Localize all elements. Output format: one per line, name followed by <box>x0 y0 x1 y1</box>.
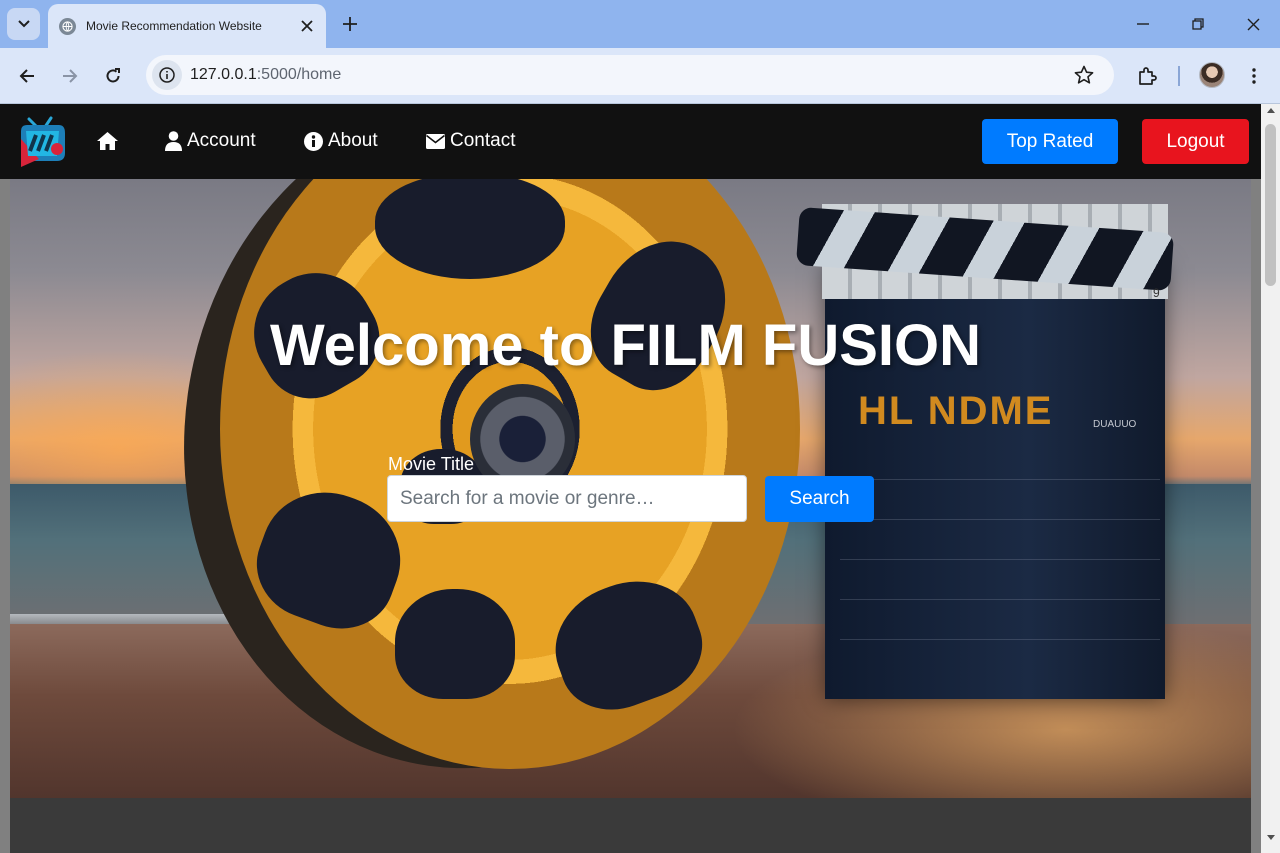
new-tab-button[interactable] <box>338 12 362 36</box>
clapper-small-text: DUAUUO <box>1093 419 1137 430</box>
envelope-icon <box>426 133 445 149</box>
about-link[interactable]: About <box>304 129 378 153</box>
close-icon <box>301 20 313 32</box>
tab-search-icon <box>17 20 30 28</box>
kebab-menu-icon <box>1252 68 1256 84</box>
url-host: 127.0.0.1 <box>190 66 257 83</box>
toolbar-separator <box>1178 66 1180 86</box>
bookmark-button[interactable] <box>1072 63 1096 87</box>
globe-icon <box>59 17 76 35</box>
browser-tabstrip: Movie Recommendation Website <box>0 0 1280 48</box>
scroll-up-arrow[interactable] <box>1261 108 1280 122</box>
back-icon <box>19 69 34 83</box>
extensions-icon <box>1139 67 1157 85</box>
clapper-text: HL NDME <box>858 389 1054 433</box>
site-info-button[interactable] <box>152 60 182 90</box>
tab-title: Movie Recommendation Website <box>86 19 262 33</box>
page-scrollbar[interactable] <box>1261 104 1280 853</box>
reload-button[interactable] <box>101 64 125 88</box>
search-button[interactable]: Search <box>765 476 874 522</box>
about-label: About <box>328 130 378 151</box>
page-viewport: Account About Contact Top Rated Logout H… <box>0 104 1261 853</box>
home-link[interactable] <box>96 129 124 153</box>
contact-link[interactable]: Contact <box>426 129 515 153</box>
browser-tab[interactable]: Movie Recommendation Website <box>48 4 326 48</box>
back-button[interactable] <box>15 64 39 88</box>
forward-icon <box>63 69 78 83</box>
top-rated-button[interactable]: Top Rated <box>982 119 1118 164</box>
logout-button[interactable]: Logout <box>1142 119 1249 164</box>
account-label: Account <box>187 130 256 151</box>
site-navbar: Account About Contact Top Rated Logout <box>0 104 1261 179</box>
clapper-line <box>840 559 1160 560</box>
info-circle-icon <box>304 131 323 151</box>
extensions-button[interactable] <box>1135 64 1159 88</box>
account-link[interactable]: Account <box>165 129 256 153</box>
url-text: 127.0.0.1:5000/home <box>190 66 341 84</box>
window-close-icon <box>1247 18 1259 30</box>
movie-search-input[interactable] <box>387 475 747 522</box>
clapper-line <box>840 479 1160 480</box>
clapper-digit: 9 <box>1153 286 1160 300</box>
url-path: :5000/home <box>256 66 342 83</box>
tab-search-button[interactable] <box>7 8 40 40</box>
reel-hole <box>395 589 515 699</box>
clapper-line <box>840 599 1160 600</box>
info-icon <box>159 67 175 83</box>
hero-section: HL NDME DUAUUO 9 Welcome to FILM FUSION … <box>10 179 1251 798</box>
restore-icon <box>1192 18 1204 30</box>
scroll-down-arrow[interactable] <box>1261 835 1280 849</box>
address-bar[interactable]: 127.0.0.1:5000/home <box>146 55 1114 95</box>
reload-icon <box>106 68 120 83</box>
tab-close-button[interactable] <box>296 15 318 37</box>
clapper-line <box>840 519 1160 520</box>
star-icon <box>1074 65 1094 84</box>
contact-label: Contact <box>450 130 516 151</box>
minimize-icon <box>1137 23 1149 25</box>
window-close-button[interactable] <box>1241 12 1265 36</box>
home-icon <box>97 132 118 150</box>
scroll-thumb[interactable] <box>1265 124 1276 286</box>
site-logo[interactable] <box>17 115 67 169</box>
restore-button[interactable] <box>1186 12 1210 36</box>
browser-toolbar: 127.0.0.1:5000/home <box>0 48 1280 104</box>
browser-menu-button[interactable] <box>1242 64 1266 88</box>
clapper-line <box>840 639 1160 640</box>
profile-avatar[interactable] <box>1199 62 1225 88</box>
minimize-button[interactable] <box>1131 12 1155 36</box>
plus-icon <box>343 17 357 31</box>
user-icon <box>165 131 182 151</box>
movie-title-label: Movie Title <box>388 454 475 474</box>
forward-button[interactable] <box>58 64 82 88</box>
below-hero-section <box>10 798 1251 853</box>
hero-title: Welcome to FILM FUSION <box>269 313 982 378</box>
